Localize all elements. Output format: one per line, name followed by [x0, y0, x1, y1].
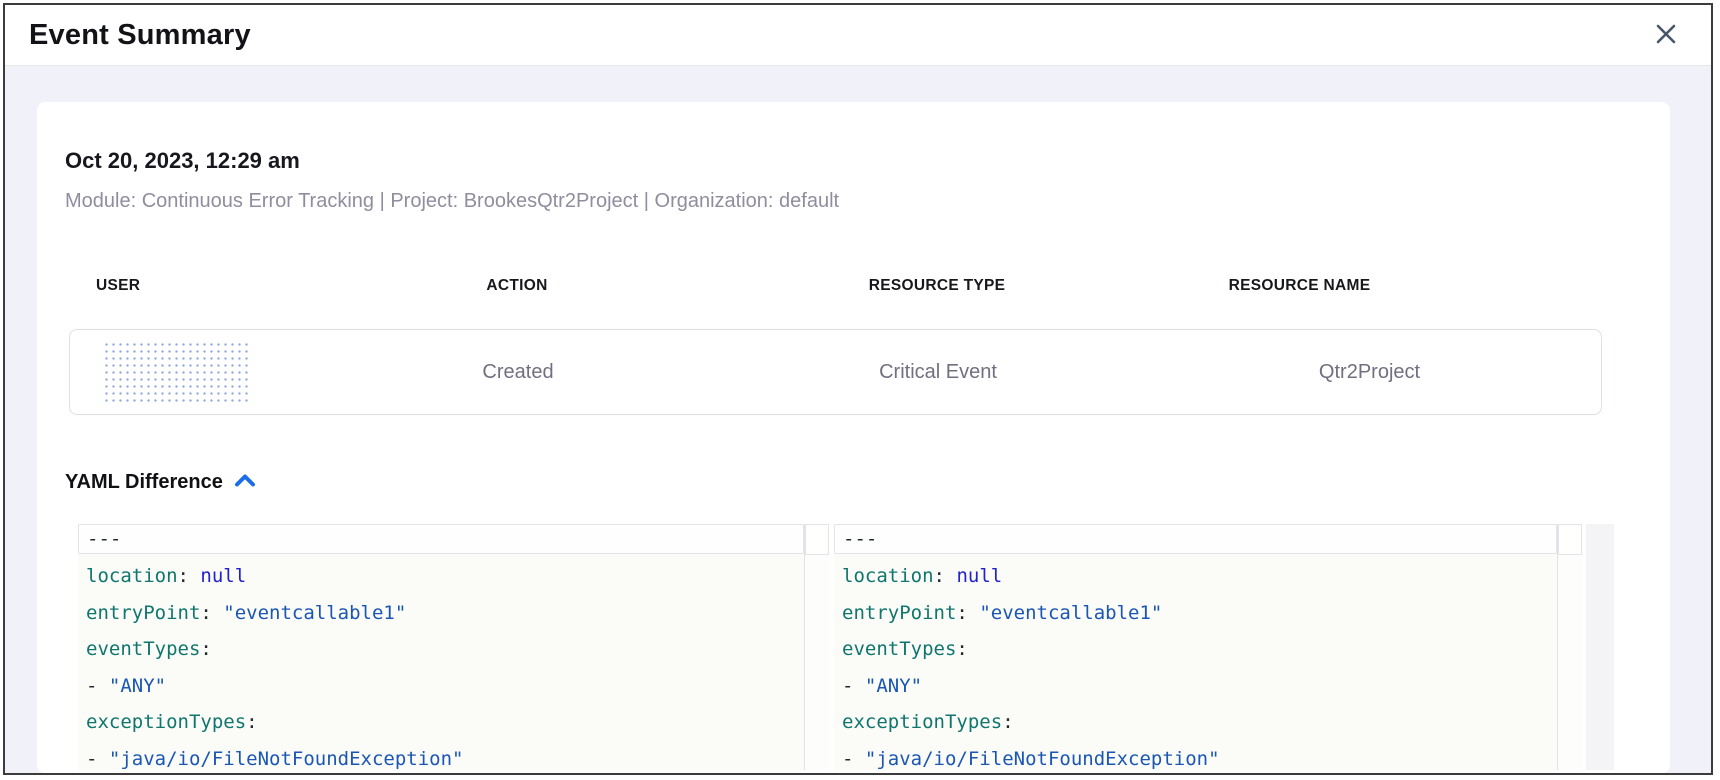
- right-pane-scrollbar[interactable]: [1558, 524, 1582, 770]
- yaml-diff-left-pane: --- location: nullentryPoint: "eventcalla…: [78, 524, 829, 770]
- yaml-diff-right-pane: --- location: nullentryPoint: "eventcalla…: [834, 524, 1582, 770]
- close-button[interactable]: [1651, 20, 1681, 50]
- code-line: ---: [78, 524, 804, 554]
- audit-table: USER ACTION RESOURCE TYPE RESOURCE NAME …: [69, 277, 1602, 415]
- code-line: exceptionTypes:: [78, 704, 804, 741]
- yaml-difference-label: YAML Difference: [65, 471, 223, 494]
- code-line: location: null: [78, 558, 804, 595]
- code-line: - "java/io/FileNotFoundException": [834, 741, 1557, 771]
- modal-title: Event Summary: [29, 19, 251, 52]
- left-pane-scrollbar[interactable]: [805, 524, 829, 770]
- code-line: eventTypes:: [78, 631, 804, 668]
- column-header-user: USER: [69, 277, 297, 295]
- redacted-user-pattern: [103, 341, 249, 403]
- action-cell: Created: [298, 361, 738, 384]
- table-header-row: USER ACTION RESOURCE TYPE RESOURCE NAME: [69, 277, 1602, 295]
- code-line: exceptionTypes:: [834, 704, 1557, 741]
- modal-body: Oct 20, 2023, 12:29 am Module: Continuou…: [5, 66, 1711, 773]
- column-header-resource-type: RESOURCE TYPE: [737, 277, 1137, 295]
- code-line: - "ANY": [78, 668, 804, 705]
- column-header-resource-name: RESOURCE NAME: [1137, 277, 1602, 295]
- code-line: location: null: [834, 558, 1557, 595]
- yaml-diff-left-code[interactable]: --- location: nullentryPoint: "eventcalla…: [78, 524, 805, 770]
- code-line: ---: [834, 524, 1557, 554]
- chevron-up-icon: [233, 472, 257, 494]
- event-summary-modal: Event Summary Oct 20, 2023, 12:29 am Mod…: [3, 3, 1713, 775]
- event-timestamp: Oct 20, 2023, 12:29 am: [65, 148, 1614, 174]
- right-scrollbar-thumb[interactable]: [1558, 524, 1582, 555]
- user-cell: [70, 341, 298, 403]
- table-row: Created Critical Event Qtr2Project: [69, 329, 1602, 415]
- diff-vertical-scrollbar-track[interactable]: [1586, 524, 1614, 770]
- column-header-action: ACTION: [297, 277, 737, 295]
- left-scrollbar-thumb[interactable]: [805, 524, 829, 555]
- yaml-diff-right-code[interactable]: --- location: nullentryPoint: "eventcalla…: [834, 524, 1558, 770]
- yaml-diff-viewer: ---location: nullentryPoint: "eventcalla…: [78, 524, 1614, 770]
- code-line: entryPoint: "eventcallable1": [78, 595, 804, 632]
- code-line: - "java/io/FileNotFoundException": [78, 741, 804, 771]
- code-line: - "ANY": [834, 668, 1557, 705]
- code-line: eventTypes:: [834, 631, 1557, 668]
- resource-type-cell: Critical Event: [738, 361, 1138, 384]
- modal-header: Event Summary: [5, 5, 1711, 66]
- code-line: entryPoint: "eventcallable1": [834, 595, 1557, 632]
- yaml-difference-toggle[interactable]: YAML Difference: [65, 471, 257, 494]
- event-meta: Module: Continuous Error Tracking | Proj…: [65, 190, 1614, 213]
- close-icon: [1653, 21, 1679, 50]
- resource-name-cell: Qtr2Project: [1138, 361, 1601, 384]
- event-card: Oct 20, 2023, 12:29 am Module: Continuou…: [37, 102, 1670, 773]
